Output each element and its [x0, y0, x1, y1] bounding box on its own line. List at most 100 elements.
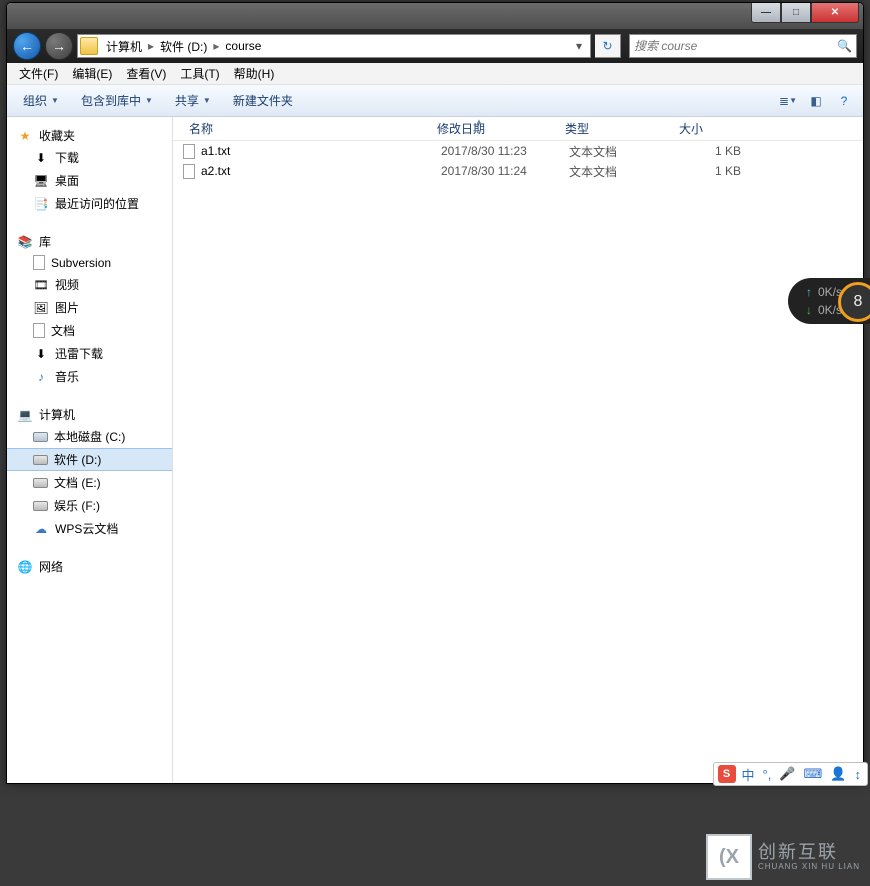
menu-tools[interactable]: 工具(T): [174, 63, 225, 84]
network-header[interactable]: 🌐网络: [7, 556, 172, 577]
back-button[interactable]: ←: [13, 32, 41, 60]
ime-more-icon[interactable]: ↕: [853, 767, 864, 782]
menu-help[interactable]: 帮助(H): [228, 63, 281, 84]
sort-indicator-icon: ▲: [475, 117, 483, 126]
drive-icon: [33, 432, 48, 442]
watermark-en: CHUANG XIN HU LIAN: [758, 863, 860, 872]
address-bar[interactable]: 计算机 ▸ 软件 (D:) ▸ course ▾: [77, 34, 591, 58]
file-type: 文本文档: [569, 163, 683, 180]
file-name: a1.txt: [201, 144, 441, 158]
doc-icon: [33, 323, 45, 338]
download-icon: ⬇: [33, 150, 49, 166]
breadcrumb-drive-d[interactable]: 软件 (D:): [156, 35, 211, 57]
library-header[interactable]: 📚库: [7, 231, 172, 252]
include-in-library-button[interactable]: 包含到库中▼: [73, 88, 161, 113]
chevron-right-icon[interactable]: ▸: [146, 39, 156, 53]
navigation-pane: ★收藏夹 ⬇下载 🖥桌面 📑最近访问的位置 📚库 Subversion 🎞视频 …: [7, 117, 173, 783]
ime-lang[interactable]: 中: [740, 765, 757, 784]
file-row[interactable]: a2.txt2017/8/30 11:24文本文档1 KB: [173, 161, 863, 181]
sidebar-item-drive-d[interactable]: 软件 (D:): [7, 448, 172, 471]
explorer-window: — □ ✕ ← → 计算机 ▸ 软件 (D:) ▸ course ▾ ↻ 🔍 文…: [6, 2, 864, 784]
file-name: a2.txt: [201, 164, 441, 178]
sidebar-item-videos[interactable]: 🎞视频: [7, 273, 172, 296]
music-icon: ♪: [33, 369, 49, 385]
organize-button[interactable]: 组织▼: [15, 88, 67, 113]
sogou-logo-icon[interactable]: S: [718, 765, 736, 783]
new-folder-button[interactable]: 新建文件夹: [225, 88, 301, 113]
breadcrumb-course[interactable]: course: [221, 35, 265, 57]
view-options-button[interactable]: ≣ ▼: [777, 90, 799, 112]
close-button[interactable]: ✕: [811, 3, 859, 23]
column-size[interactable]: 大小: [671, 117, 757, 140]
sidebar-item-xunlei[interactable]: ⬇迅雷下载: [7, 342, 172, 365]
search-box[interactable]: 🔍: [629, 34, 857, 58]
sidebar-item-desktop[interactable]: 🖥桌面: [7, 169, 172, 192]
sidebar-item-wps-cloud[interactable]: ☁WPS云文档: [7, 517, 172, 540]
desktop-icon: 🖥: [33, 173, 49, 189]
library-icon: 📚: [17, 234, 33, 250]
drive-icon: [33, 478, 48, 488]
drive-icon: [33, 501, 48, 511]
column-type[interactable]: 类型: [557, 117, 671, 140]
column-date[interactable]: 修改日期: [429, 117, 557, 140]
watermark-logo-icon: (X: [706, 834, 752, 880]
drive-icon: [33, 455, 48, 465]
folder-icon: [80, 37, 98, 55]
file-size: 1 KB: [683, 164, 755, 178]
star-icon: ★: [17, 128, 33, 144]
preview-pane-button[interactable]: ◧: [805, 90, 827, 112]
sidebar-item-pictures[interactable]: 🖼图片: [7, 296, 172, 319]
sidebar-item-drive-c[interactable]: 本地磁盘 (C:): [7, 425, 172, 448]
network-icon: 🌐: [17, 559, 33, 575]
ime-punct[interactable]: °,: [761, 767, 774, 782]
command-bar: 组织▼ 包含到库中▼ 共享▼ 新建文件夹 ≣ ▼ ◧ ?: [7, 85, 863, 117]
sidebar-item-drive-f[interactable]: 娱乐 (F:): [7, 494, 172, 517]
sidebar-item-drive-e[interactable]: 文档 (E:): [7, 471, 172, 494]
sidebar-item-recent[interactable]: 📑最近访问的位置: [7, 192, 172, 215]
ime-toolbar[interactable]: S 中 °, 🎤 ⌨ 👤 ↕: [713, 762, 868, 786]
download-icon: ⬇: [33, 346, 49, 362]
address-dropdown-icon[interactable]: ▾: [570, 39, 588, 53]
refresh-button[interactable]: ↻: [595, 34, 621, 58]
column-headers: ▲ 名称 修改日期 类型 大小: [173, 117, 863, 141]
computer-header[interactable]: 💻计算机: [7, 404, 172, 425]
menu-file[interactable]: 文件(F): [13, 63, 64, 84]
ime-voice-icon[interactable]: 🎤: [777, 766, 797, 782]
search-icon[interactable]: 🔍: [837, 39, 852, 53]
breadcrumb-computer[interactable]: 计算机: [102, 35, 146, 57]
doc-icon: [33, 255, 45, 270]
search-input[interactable]: [634, 39, 837, 53]
menu-bar: 文件(F) 编辑(E) 查看(V) 工具(T) 帮助(H): [7, 63, 863, 85]
file-list[interactable]: a1.txt2017/8/30 11:23文本文档1 KBa2.txt2017/…: [173, 141, 863, 783]
computer-icon: 💻: [17, 407, 33, 423]
menu-edit[interactable]: 编辑(E): [66, 63, 118, 84]
ime-keyboard-icon[interactable]: ⌨: [802, 766, 825, 782]
share-button[interactable]: 共享▼: [167, 88, 219, 113]
chevron-right-icon[interactable]: ▸: [211, 39, 221, 53]
sidebar-item-subversion[interactable]: Subversion: [7, 252, 172, 273]
sidebar-item-music[interactable]: ♪音乐: [7, 365, 172, 388]
recent-icon: 📑: [33, 196, 49, 212]
favorites-header[interactable]: ★收藏夹: [7, 125, 172, 146]
sidebar-item-documents[interactable]: 文档: [7, 319, 172, 342]
file-row[interactable]: a1.txt2017/8/30 11:23文本文档1 KB: [173, 141, 863, 161]
picture-icon: 🖼: [33, 300, 49, 316]
cloud-icon: ☁: [33, 521, 49, 537]
ime-user-icon[interactable]: 👤: [828, 766, 848, 782]
sidebar-item-downloads[interactable]: ⬇下载: [7, 146, 172, 169]
file-date: 2017/8/30 11:24: [441, 164, 569, 178]
help-button[interactable]: ?: [833, 90, 855, 112]
column-name[interactable]: 名称: [173, 117, 429, 140]
navigation-bar: ← → 计算机 ▸ 软件 (D:) ▸ course ▾ ↻ 🔍: [7, 29, 863, 63]
video-icon: 🎞: [33, 277, 49, 293]
file-date: 2017/8/30 11:23: [441, 144, 569, 158]
watermark-cn: 创新互联: [758, 843, 860, 863]
body-area: ★收藏夹 ⬇下载 🖥桌面 📑最近访问的位置 📚库 Subversion 🎞视频 …: [7, 117, 863, 783]
maximize-button[interactable]: □: [781, 3, 811, 23]
forward-button[interactable]: →: [45, 32, 73, 60]
speed-circle[interactable]: 8: [838, 282, 870, 322]
menu-view[interactable]: 查看(V): [120, 63, 172, 84]
file-size: 1 KB: [683, 144, 755, 158]
file-type: 文本文档: [569, 143, 683, 160]
minimize-button[interactable]: —: [751, 3, 781, 23]
